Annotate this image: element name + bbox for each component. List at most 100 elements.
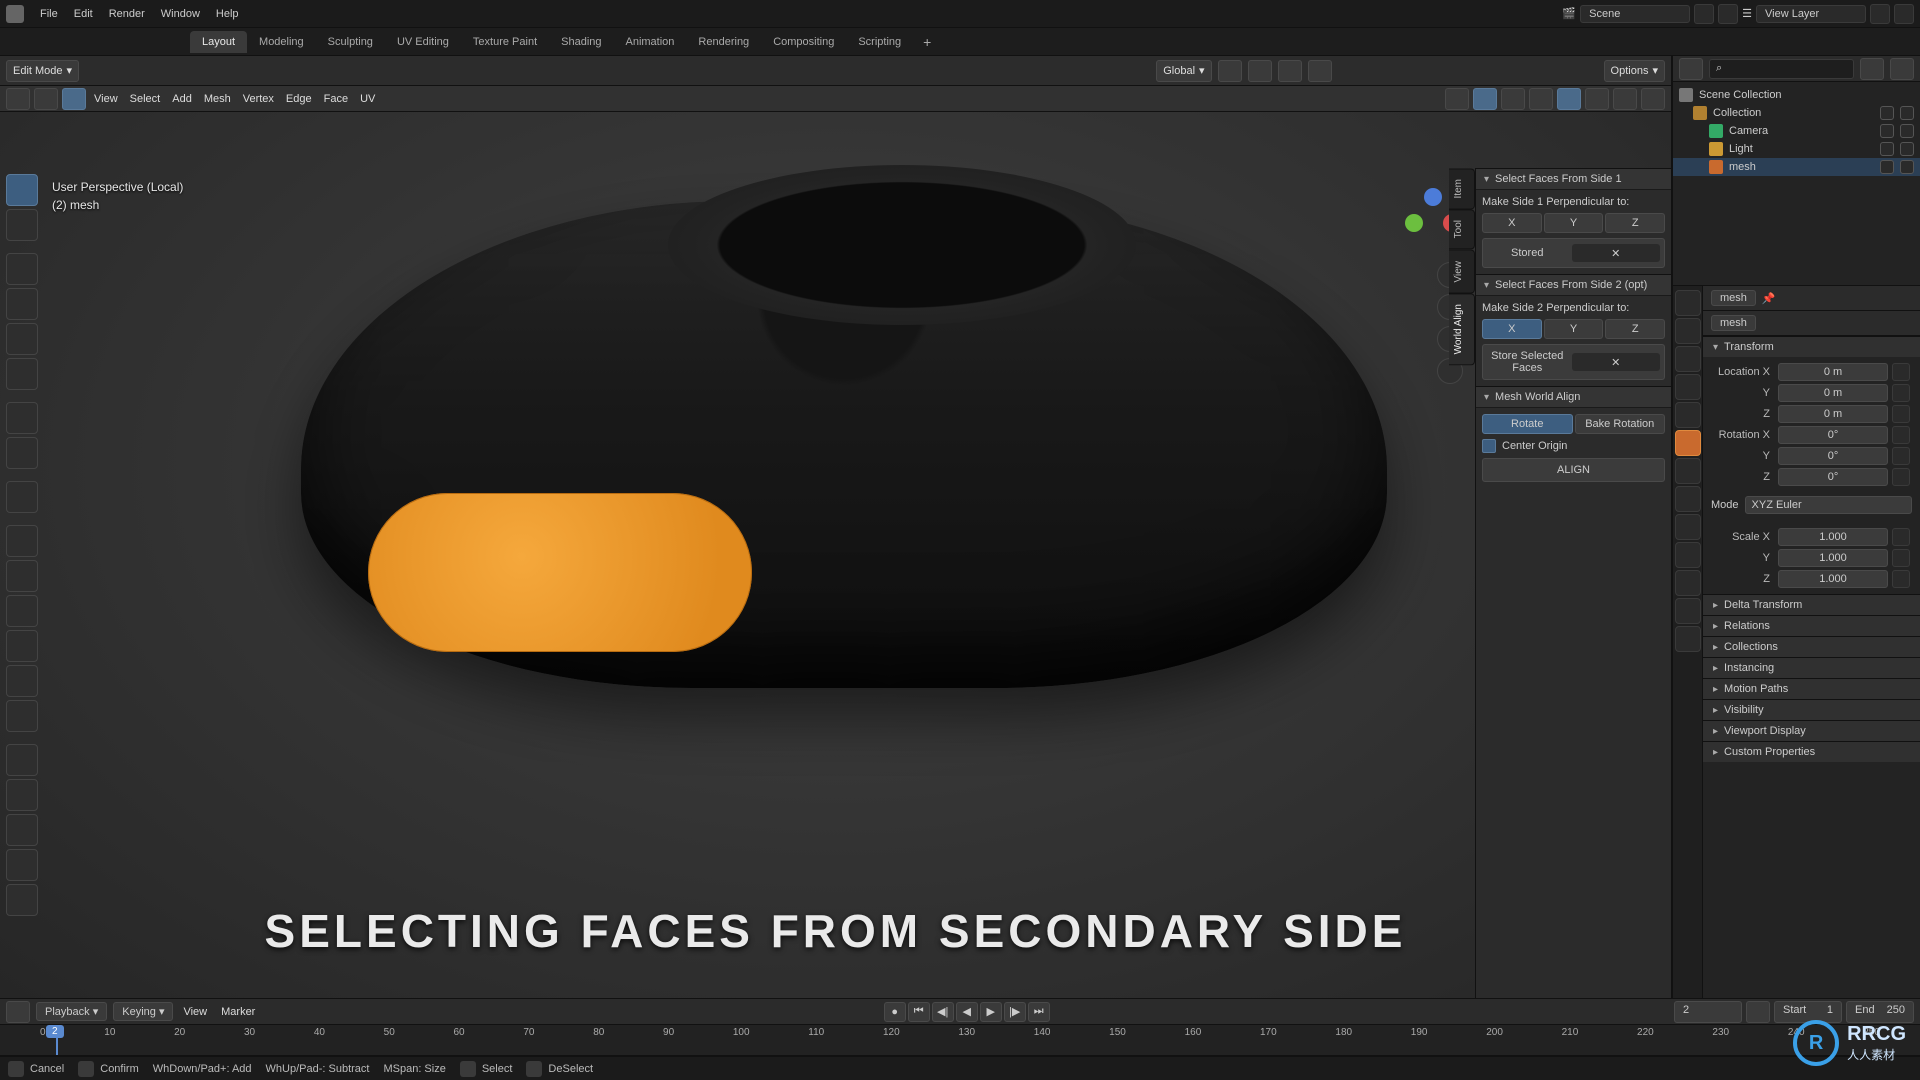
gizmo-z-axis[interactable]: [1424, 188, 1442, 206]
menu-edit[interactable]: Edit: [66, 8, 101, 20]
proptab-constraints[interactable]: [1675, 542, 1701, 568]
rot-z-field[interactable]: 0°: [1778, 468, 1888, 486]
orientation-dropdown[interactable]: Global ▾: [1156, 60, 1211, 82]
outliner-item-mesh[interactable]: mesh: [1673, 158, 1920, 176]
scene-field[interactable]: Scene: [1580, 5, 1690, 23]
rot-mode-select[interactable]: XYZ Euler: [1745, 496, 1912, 514]
tool-smooth[interactable]: [6, 779, 38, 811]
tool-polybuild[interactable]: [6, 700, 38, 732]
tool-annotate[interactable]: [6, 402, 38, 434]
s2-axis-x[interactable]: X: [1482, 319, 1542, 339]
npanel-tab-tool[interactable]: Tool: [1449, 209, 1475, 249]
outliner-item-camera[interactable]: Camera: [1673, 122, 1920, 140]
timeline-playback[interactable]: Playback ▾: [36, 1002, 107, 1021]
proptab-data[interactable]: [1675, 570, 1701, 596]
viewport-3d[interactable]: User Perspective (Local) (2) mesh: [0, 112, 1671, 998]
outliner-new-collection[interactable]: [1890, 58, 1914, 80]
loc-y-field[interactable]: 0 m: [1778, 384, 1888, 402]
npanel-tab-world-align[interactable]: World Align: [1449, 293, 1475, 365]
menu-file[interactable]: File: [32, 8, 66, 20]
proptab-modifier[interactable]: [1675, 458, 1701, 484]
lock-icon[interactable]: [1892, 549, 1910, 567]
select-mode-face[interactable]: [62, 88, 86, 110]
tool-edge-slide[interactable]: [6, 814, 38, 846]
eye-icon[interactable]: [1880, 106, 1894, 120]
props-panel-visibility[interactable]: Visibility: [1703, 699, 1920, 720]
submenu-face[interactable]: Face: [320, 93, 352, 105]
eye-icon[interactable]: [1880, 124, 1894, 138]
props-panel-motionpaths[interactable]: Motion Paths: [1703, 678, 1920, 699]
eye-icon[interactable]: [1880, 160, 1894, 174]
lock-icon[interactable]: [1892, 570, 1910, 588]
proportional-edit-toggle[interactable]: [1278, 60, 1302, 82]
tool-move[interactable]: [6, 253, 38, 285]
proportional-falloff[interactable]: [1308, 60, 1332, 82]
lock-icon[interactable]: [1892, 384, 1910, 402]
lock-icon[interactable]: [1892, 468, 1910, 486]
app-logo[interactable]: [6, 5, 24, 23]
timeline-keying[interactable]: Keying ▾: [113, 1002, 173, 1021]
submenu-edge[interactable]: Edge: [282, 93, 316, 105]
tool-scale[interactable]: [6, 323, 38, 355]
proptab-material[interactable]: [1675, 598, 1701, 624]
s2-axis-z[interactable]: Z: [1605, 319, 1665, 339]
scale-z-field[interactable]: 1.000: [1778, 570, 1888, 588]
viewlayer-new-button[interactable]: [1870, 4, 1890, 24]
proptab-world[interactable]: [1675, 402, 1701, 428]
menu-window[interactable]: Window: [153, 8, 208, 20]
tool-shrink[interactable]: [6, 849, 38, 881]
npanel-tab-item[interactable]: Item: [1449, 168, 1475, 209]
props-panel-collections[interactable]: Collections: [1703, 636, 1920, 657]
outliner-item-light[interactable]: Light: [1673, 140, 1920, 158]
ws-tab-modeling[interactable]: Modeling: [247, 31, 316, 53]
submenu-mesh[interactable]: Mesh: [200, 93, 235, 105]
tool-loopcut[interactable]: [6, 630, 38, 662]
snap-options[interactable]: [1248, 60, 1272, 82]
tool-knife[interactable]: [6, 665, 38, 697]
step-forward[interactable]: |▶: [1004, 1002, 1026, 1022]
s2-store-button[interactable]: Store Selected Faces ✕: [1482, 344, 1665, 380]
props-transform-header[interactable]: Transform: [1703, 336, 1920, 357]
s1-stored-button[interactable]: Stored ✕: [1482, 238, 1665, 268]
npanel-sec1-header[interactable]: Select Faces From Side 1: [1476, 168, 1671, 190]
ws-tab-rendering[interactable]: Rendering: [686, 31, 761, 53]
outliner-search[interactable]: ⌕: [1709, 59, 1854, 79]
tool-rotate[interactable]: [6, 288, 38, 320]
ws-tab-layout[interactable]: Layout: [190, 31, 247, 53]
proptab-physics[interactable]: [1675, 514, 1701, 540]
props-panel-viewportdisplay[interactable]: Viewport Display: [1703, 720, 1920, 741]
tool-select-box[interactable]: [6, 174, 38, 206]
viewport-options[interactable]: Options ▾: [1604, 60, 1665, 82]
frame-start-field[interactable]: Start 1: [1774, 1001, 1842, 1023]
s2-axis-y[interactable]: Y: [1544, 319, 1604, 339]
menu-render[interactable]: Render: [101, 8, 153, 20]
snap-toggle[interactable]: [1218, 60, 1242, 82]
npanel-sec2-header[interactable]: Select Faces From Side 2 (opt): [1476, 274, 1671, 296]
submenu-select[interactable]: Select: [126, 93, 165, 105]
s3-bake-rotation[interactable]: Bake Rotation: [1575, 414, 1666, 434]
timeline-ruler[interactable]: 0102030405060708090100110120130140150160…: [0, 1025, 1920, 1055]
overlay-options[interactable]: [1473, 88, 1497, 110]
current-frame-field[interactable]: 2: [1674, 1001, 1742, 1023]
ws-tab-animation[interactable]: Animation: [614, 31, 687, 53]
outliner-collection[interactable]: Collection: [1673, 104, 1920, 122]
select-mode-vertex[interactable]: [6, 88, 30, 110]
ws-tab-texture-paint[interactable]: Texture Paint: [461, 31, 549, 53]
s1-axis-x[interactable]: X: [1482, 213, 1542, 233]
shading-matprev[interactable]: [1585, 88, 1609, 110]
play-reverse[interactable]: ◀: [956, 1002, 978, 1022]
overlay-toggle[interactable]: [1445, 88, 1469, 110]
outliner-filter[interactable]: [1860, 58, 1884, 80]
rot-x-field[interactable]: 0°: [1778, 426, 1888, 444]
props-panel-customprops[interactable]: Custom Properties: [1703, 741, 1920, 762]
timeline-editor-type[interactable]: [6, 1001, 30, 1023]
lock-icon[interactable]: [1892, 426, 1910, 444]
submenu-view[interactable]: View: [90, 93, 122, 105]
proptab-viewlayer[interactable]: [1675, 346, 1701, 372]
autokey-toggle[interactable]: ●: [884, 1002, 906, 1022]
outliner-scene-collection[interactable]: Scene Collection: [1673, 86, 1920, 104]
viewlayer-delete-button[interactable]: [1894, 4, 1914, 24]
close-icon[interactable]: ✕: [1572, 353, 1661, 371]
pin-icon[interactable]: 📌: [1762, 292, 1776, 305]
shading-solid[interactable]: [1557, 88, 1581, 110]
